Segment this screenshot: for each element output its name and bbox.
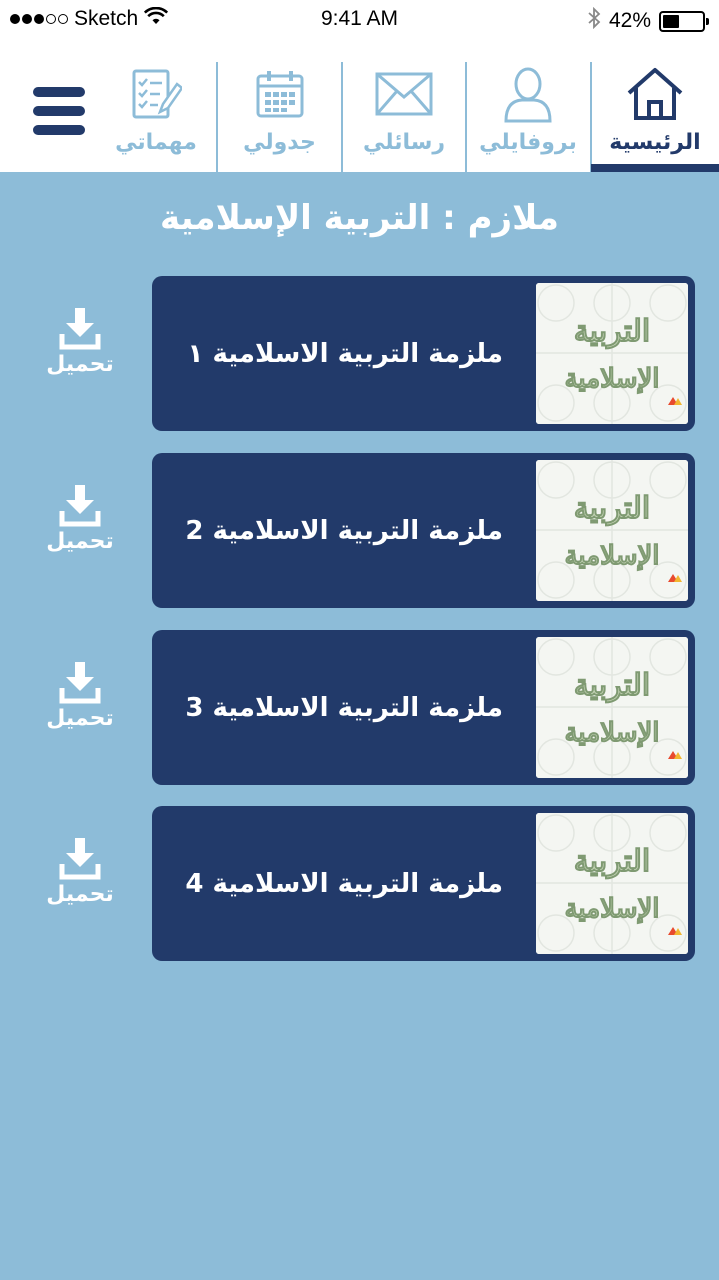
book-cover-thumbnail: التربية الإسلامية [536,813,688,954]
list-item[interactable]: التربية الإسلامية ملزمة التربية الاسلامية… [152,630,695,785]
mail-icon [375,62,433,126]
download-button[interactable]: تحميل [40,836,120,907]
item-title: ملزمة التربية الاسلامية 3 [185,692,503,723]
list-item[interactable]: التربية الإسلامية ملزمة التربية الاسلامية… [152,806,695,961]
cover-calligraphy-line2: الإسلامية [564,541,659,571]
status-right: 42% [587,6,709,35]
cover-calligraphy-line1: التربية [574,314,651,349]
tab-profile[interactable]: بروفايلي [466,62,590,172]
item-title: ملزمة التربية الاسلامية 4 [185,868,503,899]
hamburger-menu-icon[interactable] [33,87,85,135]
battery-percent: 42% [608,9,651,32]
top-navigation: الرئيسية بروفايلي رسائلي جدولي مهماتي [0,40,719,172]
tab-profile-label: بروفايلي [479,130,577,155]
download-icon [59,662,101,704]
menu-line [33,87,85,97]
list-item[interactable]: التربية الإسلامية ملزمة التربية الاسلامية… [152,453,695,608]
download-icon [59,308,101,350]
tab-divider [590,62,592,172]
page-title: ملازم : التربية الإسلامية [160,198,559,238]
download-button[interactable]: تحميل [40,306,120,377]
list-item[interactable]: التربية الإسلامية ملزمة التربية الاسلامية… [152,276,695,431]
status-bar: Sketch 9:41 AM 42% [0,0,719,40]
tab-tasks[interactable]: مهماتي [96,62,216,172]
item-title: ملزمة التربية الاسلامية ١ [187,338,503,369]
cover-calligraphy-line1: التربية [574,844,651,879]
download-label: تحميل [46,706,114,731]
battery-icon [659,10,709,32]
download-icon [59,485,101,527]
book-cover-thumbnail: التربية الإسلامية [536,460,688,601]
tab-messages[interactable]: رسائلي [343,62,465,172]
item-title: ملزمة التربية الاسلامية 2 [185,515,503,546]
download-button[interactable]: تحميل [40,483,120,554]
download-button[interactable]: تحميل [40,660,120,731]
tab-schedule-label: جدولي [243,130,316,155]
download-label: تحميل [46,529,114,554]
download-label: تحميل [46,882,114,907]
home-icon [625,62,685,126]
cover-calligraphy-line1: التربية [574,491,651,526]
book-cover-thumbnail: التربية الإسلامية [536,283,688,424]
menu-line [33,125,85,135]
tab-divider [465,62,467,172]
tasks-icon [130,62,182,126]
battery-tip [706,17,709,25]
tab-schedule[interactable]: جدولي [218,62,341,172]
cover-calligraphy-line2: الإسلامية [564,718,659,748]
menu-line [33,106,85,116]
download-label: تحميل [46,352,114,377]
calendar-icon [256,62,304,126]
cover-calligraphy-line2: الإسلامية [564,364,659,394]
tab-divider [216,62,218,172]
tab-divider [341,62,343,172]
book-cover-thumbnail: التربية الإسلامية [536,637,688,778]
tab-tasks-label: مهماتي [115,130,197,155]
profile-icon [502,62,554,126]
tab-home[interactable]: الرئيسية [591,62,719,172]
tab-messages-label: رسائلي [362,130,446,155]
active-tab-indicator [591,164,719,172]
download-icon [59,838,101,880]
cover-calligraphy-line1: التربية [574,668,651,703]
cover-calligraphy-line2: الإسلامية [564,894,659,924]
battery-level [663,14,679,28]
tab-home-label: الرئيسية [609,130,701,155]
bluetooth-icon [587,6,601,35]
